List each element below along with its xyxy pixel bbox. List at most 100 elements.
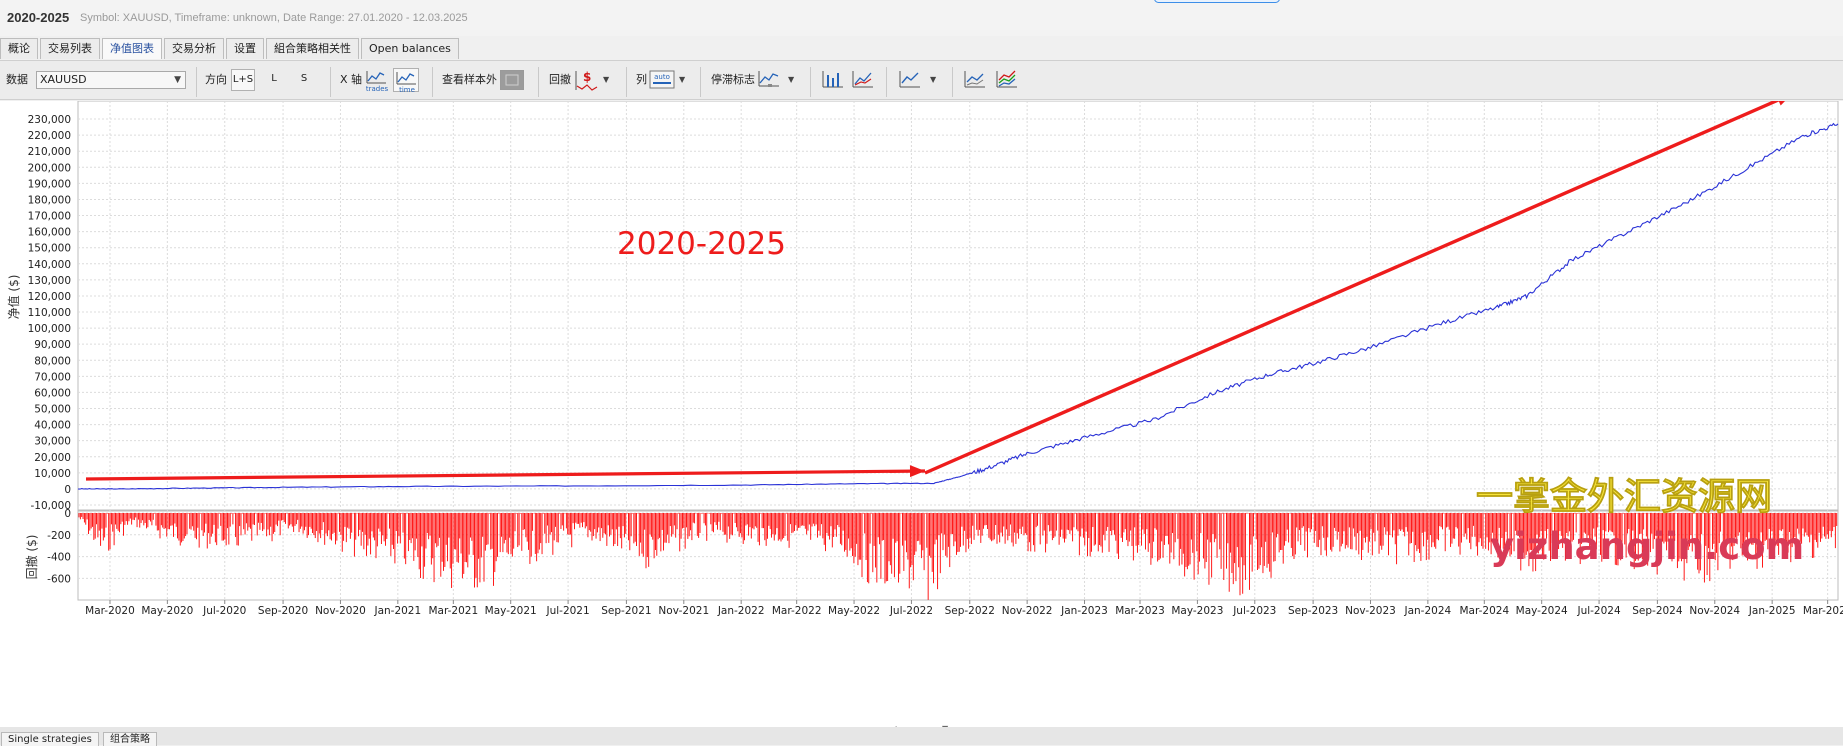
- tab-trade-list[interactable]: 交易列表: [40, 38, 100, 59]
- toolbar-separator: [810, 67, 811, 97]
- x-tick-label: Jan-2024: [1404, 605, 1452, 617]
- tab-open-balances[interactable]: Open balances: [361, 38, 459, 59]
- compare-chart-button[interactable]: [962, 68, 988, 92]
- chevron-down-icon: ▼: [174, 75, 181, 85]
- equity-y-tick-label: 60,000: [34, 387, 71, 399]
- multi-color-chart-icon: [996, 70, 1017, 88]
- toolbar-separator: [432, 67, 433, 97]
- flat-period-arrow-head: [909, 465, 925, 478]
- equity-y-tick-label: 230,000: [28, 114, 71, 126]
- x-tick-label: Sep-2023: [1288, 605, 1338, 617]
- tab-portfolio-correlation[interactable]: 組合策略相关性: [266, 38, 359, 59]
- equity-view-button[interactable]: [897, 68, 923, 92]
- toolbar-separator: [886, 67, 887, 97]
- x-tick-label: Mar-2024: [1459, 605, 1509, 617]
- drawdown-y-tick-label: -400: [47, 552, 71, 564]
- direction-l-button[interactable]: L: [262, 69, 286, 91]
- equity-y-tick-label: 180,000: [28, 194, 71, 206]
- equity-plot-frame: [77, 101, 1839, 511]
- equity-y-axis-label: 净值 ($): [6, 275, 21, 320]
- chevron-down-icon[interactable]: ▼: [930, 75, 936, 84]
- equity-y-tick-label: 220,000: [28, 130, 71, 142]
- annotation-arrows: [85, 101, 1786, 481]
- line-chart-icon: [758, 71, 779, 87]
- x-tick-label: May-2023: [1171, 605, 1223, 617]
- equity-y-tick-label: 150,000: [28, 243, 71, 255]
- symbol-value: XAUUSD: [40, 73, 87, 86]
- tab-portfolio[interactable]: 组合策略: [103, 732, 157, 746]
- tab-trade-analysis[interactable]: 交易分析: [164, 38, 224, 59]
- window-subtitle: Symbol: XAUUSD, Timeframe: unknown, Date…: [80, 12, 468, 24]
- x-tick-label: Sep-2021: [601, 605, 651, 617]
- progress-indicator: [1154, 0, 1280, 3]
- x-tick-label: Nov-2021: [658, 605, 709, 617]
- equity-y-tick-label: 170,000: [28, 211, 71, 223]
- toolbar-separator: [700, 67, 701, 97]
- equity-y-tick-label: 0: [64, 484, 71, 496]
- equity-y-tick-label: 160,000: [28, 227, 71, 239]
- auto-columns-icon: auto: [649, 70, 675, 89]
- svg-text:$: $: [583, 70, 591, 84]
- x-tick-label: Nov-2022: [1002, 605, 1053, 617]
- equity-y-tick-label: 70,000: [34, 371, 71, 383]
- tab-single-strategies[interactable]: Single strategies: [1, 732, 99, 746]
- chart-toolbar: 数据 XAUUSD ▼ 方向 L+S L S X 轴 trades time 查…: [0, 60, 1843, 100]
- x-tick-label: Jan-2021: [373, 605, 421, 617]
- chart-type-line-button[interactable]: [850, 68, 876, 92]
- toolbar-separator: [626, 67, 627, 97]
- chart-type-bars-button[interactable]: [820, 68, 846, 92]
- direction-label: 方向: [205, 73, 227, 86]
- out-of-sample-toggle[interactable]: [500, 70, 524, 90]
- dollar-drawdown-icon: $: [575, 70, 598, 91]
- data-label: 数据: [6, 73, 28, 86]
- equity-line-group: [77, 122, 1839, 490]
- tab-equity-chart[interactable]: 净值图表: [102, 38, 162, 59]
- title-bar: 2020-2025 Symbol: XAUUSD, Timeframe: unk…: [0, 0, 1843, 36]
- x-tick-label: Sep-2024: [1632, 605, 1683, 617]
- stagnation-select[interactable]: [756, 68, 782, 92]
- chevron-down-icon[interactable]: ▼: [788, 75, 794, 84]
- chevron-down-icon[interactable]: ▼: [679, 75, 685, 84]
- columns-label: 列: [636, 73, 647, 86]
- symbol-select[interactable]: XAUUSD ▼: [36, 71, 186, 89]
- x-tick-label: Mar-2020: [85, 605, 135, 617]
- toolbar-separator: [538, 67, 539, 97]
- x-tick-label: Jul-2021: [545, 605, 589, 617]
- direction-ls-button[interactable]: L+S: [231, 69, 255, 91]
- drawdown-y-ticks: 0 -200 -400 -600: [47, 508, 71, 585]
- equity-chart-panel: -10,000 0 10,000 20,000 30,000 40,000 50,000 60…: [0, 101, 1843, 727]
- xaxis-trades-button[interactable]: trades: [364, 68, 390, 92]
- x-tick-label: Mar-2023: [1115, 605, 1165, 617]
- equity-y-tick-label: 110,000: [28, 307, 71, 319]
- x-tick-label: Jul-2024: [1576, 605, 1620, 617]
- tab-overview[interactable]: 概论: [0, 38, 38, 59]
- stagnation-label: 停滞标志: [711, 73, 755, 86]
- direction-s-button[interactable]: S: [292, 69, 316, 91]
- chevron-down-icon[interactable]: ▼: [603, 75, 609, 84]
- xaxis-time-text: time: [399, 86, 415, 93]
- equity-line: [77, 122, 1839, 490]
- equity-chart[interactable]: -10,000010,00020,00030,00040,00050,00060…: [0, 101, 1843, 727]
- drawdown-y-tick-label: -200: [47, 530, 71, 542]
- drawdown-y-axis-label: 回撤 ($): [24, 535, 39, 580]
- tab-settings[interactable]: 设置: [226, 38, 264, 59]
- overlay-title-text: 2020-2025: [617, 226, 786, 262]
- toolbar-separator: [330, 67, 331, 97]
- checkbox-icon: [505, 74, 519, 86]
- watermark-chinese: 一掌金外汇资源网: [1476, 475, 1772, 518]
- equity-y-tick-label: 80,000: [34, 355, 71, 367]
- bar-chart-icon: [822, 71, 843, 88]
- x-tick-label: Jan-2023: [1060, 605, 1108, 617]
- xaxis-time-button[interactable]: time: [393, 68, 419, 93]
- x-axis-ticks: Mar-2020 May-2020 Jul-2020 Sep-2020 Nov-2020…: [85, 605, 1843, 617]
- equity-y-tick-label: 20,000: [34, 452, 71, 464]
- equity-y-tick-label: 90,000: [34, 339, 71, 351]
- portfolio-chart-button[interactable]: [994, 68, 1020, 92]
- equity-y-tick-label: 130,000: [28, 275, 71, 287]
- equity-y-tick-label: 210,000: [28, 146, 71, 158]
- x-tick-label: Jul-2020: [202, 605, 246, 617]
- equity-y-tick-label: 10,000: [34, 468, 71, 480]
- toolbar-separator: [196, 67, 197, 97]
- x-tick-label: Jul-2022: [889, 605, 933, 617]
- x-tick-label: May-2020: [141, 605, 193, 617]
